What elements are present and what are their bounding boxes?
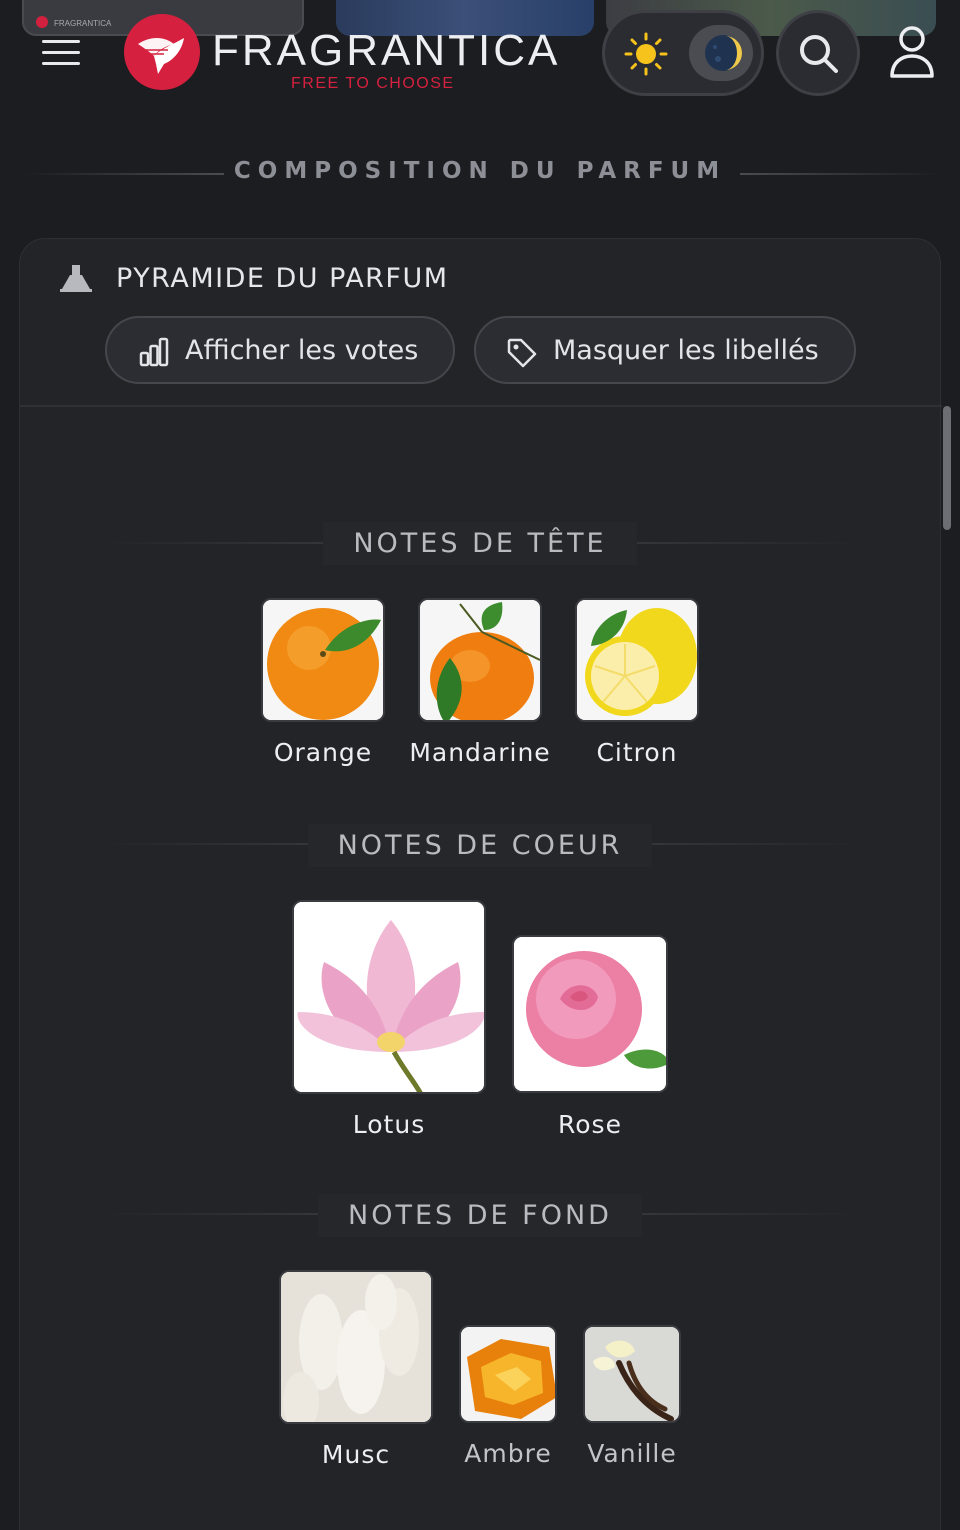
divider xyxy=(740,173,940,175)
top-notes-title: NOTES DE TÊTE xyxy=(0,522,960,565)
site-header: FRAGRANTICA FREE TO CHOOSE xyxy=(0,0,960,110)
note-vanille[interactable]: Vanille xyxy=(583,1325,681,1468)
menu-icon[interactable] xyxy=(42,40,82,66)
show-votes-button[interactable]: Afficher les votes xyxy=(105,316,455,384)
hide-labels-button[interactable]: Masquer les libellés xyxy=(474,316,856,384)
mandarine-image xyxy=(418,598,542,722)
user-icon[interactable] xyxy=(888,24,936,80)
search-icon xyxy=(800,35,838,73)
note-label: Vanille xyxy=(587,1439,677,1468)
note-ambre[interactable]: Ambre xyxy=(459,1325,557,1468)
note-label: Citron xyxy=(596,738,678,767)
section-title: COMPOSITION DU PARFUM xyxy=(233,158,727,184)
brand-tagline: FREE TO CHOOSE xyxy=(291,75,455,92)
note-orange[interactable]: Orange xyxy=(261,598,385,767)
hide-labels-label: Masquer les libellés xyxy=(553,335,819,366)
pyramid-icon xyxy=(60,265,92,292)
note-lotus[interactable]: Lotus xyxy=(292,900,486,1139)
citron-image xyxy=(575,598,699,722)
orange-image xyxy=(261,598,385,722)
ambre-image xyxy=(459,1325,557,1423)
tag-icon xyxy=(507,338,537,368)
note-rose[interactable]: Rose xyxy=(512,935,668,1139)
note-citron[interactable]: Citron xyxy=(575,598,699,767)
sun-icon[interactable] xyxy=(623,31,669,77)
brand-name[interactable]: FRAGRANTICA xyxy=(212,26,560,76)
theme-toggle[interactable] xyxy=(602,10,764,96)
card-title: PYRAMIDE DU PARFUM xyxy=(116,263,449,294)
heart-notes-title: NOTES DE COEUR xyxy=(0,824,960,867)
note-label: Rose xyxy=(558,1110,622,1139)
lotus-image xyxy=(292,900,486,1094)
base-notes-title: NOTES DE FOND xyxy=(0,1194,960,1237)
scrollbar[interactable] xyxy=(943,406,951,530)
section-heading: COMPOSITION DU PARFUM xyxy=(0,158,960,188)
note-musc[interactable]: Musc xyxy=(279,1270,433,1469)
bar-chart-icon xyxy=(139,337,169,367)
dark-mode-button[interactable] xyxy=(689,25,753,81)
note-mandarine[interactable]: Mandarine xyxy=(409,598,550,767)
fragrantica-logo[interactable] xyxy=(124,14,200,90)
show-votes-label: Afficher les votes xyxy=(185,335,419,366)
vanille-image xyxy=(583,1325,681,1423)
card-header: PYRAMIDE DU PARFUM Afficher les votes Ma… xyxy=(20,239,942,407)
rose-image xyxy=(512,935,668,1093)
musc-image xyxy=(279,1270,433,1424)
search-button[interactable] xyxy=(776,10,860,96)
moon-icon xyxy=(705,35,742,71)
